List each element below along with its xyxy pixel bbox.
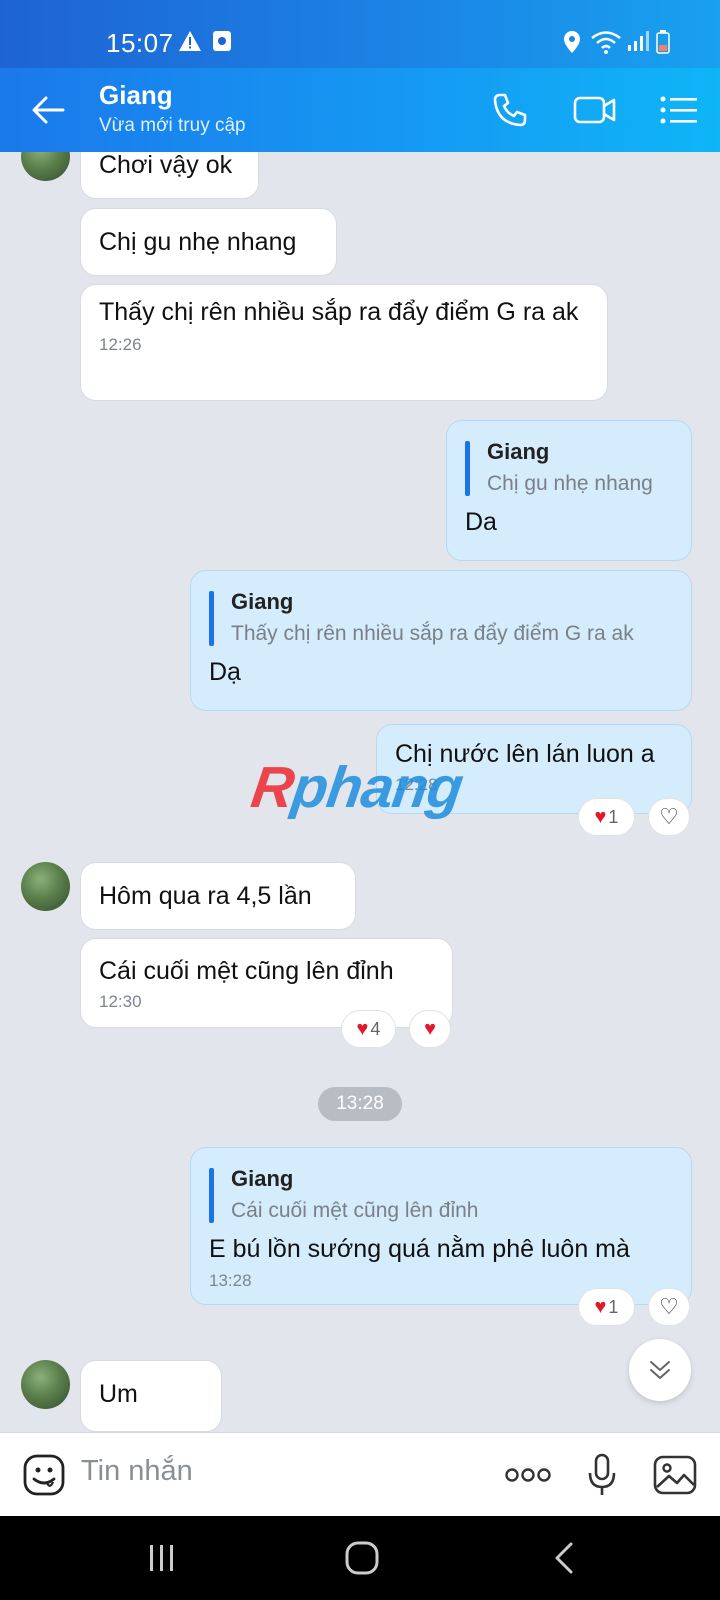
recent-apps-icon[interactable] [132, 1538, 192, 1578]
microphone-icon[interactable] [578, 1451, 626, 1499]
message-bubble-outgoing[interactable]: Giang Chị gu nhẹ nhang Da [446, 420, 692, 561]
emoji-icon[interactable] [20, 1451, 68, 1499]
message-bubble-incoming[interactable]: Cái cuối mệt cũng lên đỉnh 12:30 [80, 938, 453, 1028]
image-icon[interactable] [651, 1451, 699, 1499]
reaction-count[interactable]: ♥ 1 [578, 1288, 635, 1326]
message-text: Dạ [209, 658, 241, 686]
reply-quote[interactable]: Giang Cái cuối mệt cũng lên đỉnh [209, 1165, 673, 1225]
message-bubble-incoming[interactable]: Um [80, 1360, 222, 1432]
quote-author: Giang [487, 439, 550, 464]
video-camera-icon[interactable] [571, 86, 619, 134]
message-time: 12:26 [99, 335, 142, 354]
message-text: Hôm qua ra 4,5 lần [99, 882, 312, 910]
battery-icon [656, 30, 670, 59]
scroll-to-bottom-button[interactable] [629, 1339, 691, 1401]
heart-icon: ♥ [356, 1018, 369, 1040]
quote-author: Giang [231, 1166, 294, 1191]
contact-name[interactable]: Giang [99, 80, 173, 111]
back-arrow-icon[interactable] [24, 86, 72, 134]
status-time: 15:07 [106, 28, 174, 58]
message-text: E bú lồn sướng quá nằm phê luôn mà [209, 1235, 630, 1263]
message-text: Chị gu nhẹ nhang [99, 228, 297, 256]
my-reaction-heart-icon[interactable]: ♥ [409, 1010, 451, 1048]
list-menu-icon[interactable] [655, 86, 703, 134]
reply-quote[interactable]: Giang Chị gu nhẹ nhang [465, 438, 673, 498]
watermark-logo: Rphang [247, 755, 467, 820]
quote-text: Chị gu nhẹ nhang [487, 472, 653, 495]
message-bubble-incoming[interactable]: Hôm qua ra 4,5 lần [80, 862, 356, 930]
message-bubble-incoming[interactable]: Chơi vậy ok [80, 152, 259, 199]
alert-triangle-icon [178, 30, 202, 57]
avatar[interactable] [21, 1360, 70, 1409]
add-reaction-heart-icon[interactable]: ♡ [648, 1288, 690, 1326]
reaction-number: 1 [608, 1296, 619, 1317]
wifi-icon [590, 30, 622, 59]
avatar[interactable] [21, 152, 70, 181]
message-bubble-incoming[interactable]: Thấy chị rên nhiều sắp ra đẩy điểm G ra … [80, 284, 608, 401]
back-icon[interactable] [534, 1538, 594, 1578]
message-input[interactable]: Tin nhắn [81, 1455, 193, 1488]
system-nav-bar [0, 1516, 720, 1600]
quote-author: Giang [231, 589, 294, 614]
message-bubble-outgoing[interactable]: Giang Cái cuối mệt cũng lên đỉnh E bú lồ… [190, 1147, 692, 1305]
avatar[interactable] [21, 862, 70, 911]
reaction-count[interactable]: ♥ 1 [578, 798, 635, 836]
message-input-bar: Tin nhắn [0, 1432, 720, 1516]
message-bubble-incoming[interactable]: Chị gu nhẹ nhang [80, 208, 337, 276]
heart-icon: ♥ [594, 1296, 607, 1318]
add-reaction-heart-icon[interactable]: ♡ [648, 798, 690, 836]
message-list[interactable]: Chơi vậy ok Chị gu nhẹ nhang Thấy chị rê… [0, 152, 720, 1432]
home-icon[interactable] [332, 1538, 392, 1578]
contact-status: Vừa mới truy cập [99, 115, 246, 136]
signal-icon [627, 30, 649, 57]
message-text: Thấy chị rên nhiều sắp ra đẩy điểm G ra … [99, 298, 579, 326]
reply-quote[interactable]: Giang Thấy chị rên nhiều sắp ra đẩy điểm… [209, 588, 673, 648]
message-bubble-outgoing[interactable]: Giang Thấy chị rên nhiều sắp ra đẩy điểm… [190, 570, 692, 711]
reaction-number: 1 [608, 806, 619, 827]
message-text: Da [465, 508, 497, 536]
reaction-count[interactable]: ♥ 4 [341, 1010, 396, 1048]
message-text: Um [99, 1380, 138, 1408]
time-divider: 13:28 [318, 1087, 402, 1121]
chat-header: Giang Vừa mới truy cập [0, 68, 720, 152]
more-dots-icon[interactable] [504, 1451, 552, 1499]
reaction-number: 4 [370, 1018, 381, 1039]
message-text: Cái cuối mệt cũng lên đỉnh [99, 957, 394, 985]
location-icon [563, 30, 581, 59]
quote-text: Thấy chị rên nhiều sắp ra đẩy điểm G ra … [231, 622, 634, 645]
phone-icon[interactable] [486, 86, 534, 134]
quote-text: Cái cuối mệt cũng lên đỉnh [231, 1199, 479, 1222]
heart-icon: ♥ [594, 806, 607, 828]
media-icon [212, 30, 232, 57]
status-bar: 15:07 [0, 0, 720, 68]
message-text: Chơi vậy ok [99, 152, 233, 179]
message-time: 12:30 [99, 992, 142, 1011]
